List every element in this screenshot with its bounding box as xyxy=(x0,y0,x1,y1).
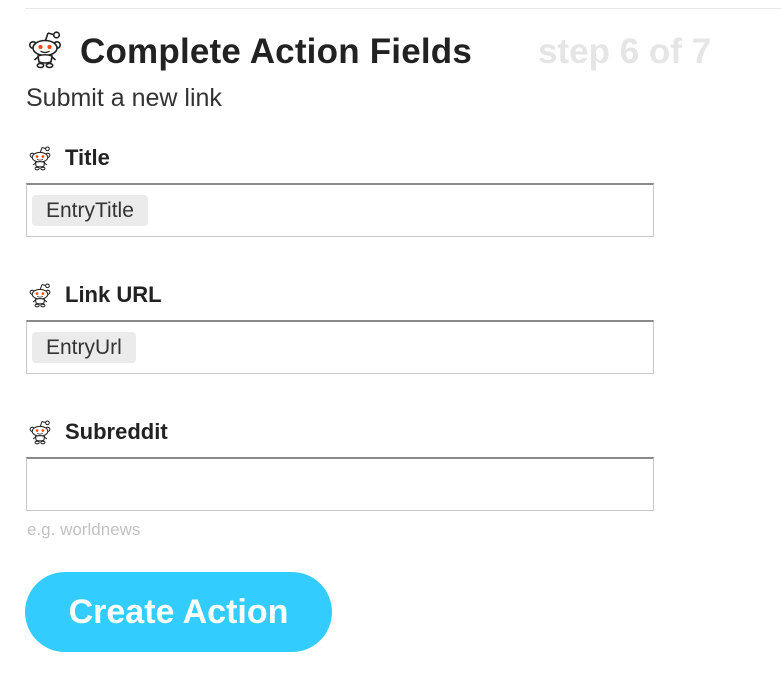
title-field[interactable]: EntryTitle xyxy=(26,183,654,237)
page-header: Complete Action Fields step 6 of 7 xyxy=(26,28,766,78)
subreddit-field[interactable] xyxy=(26,457,654,511)
reddit-alien-icon xyxy=(29,145,51,172)
link-url-field[interactable]: EntryUrl xyxy=(26,320,654,374)
ingredient-token[interactable]: EntryTitle xyxy=(32,195,148,226)
field-label-text: Link URL xyxy=(65,282,162,307)
reddit-alien-icon xyxy=(29,282,51,309)
action-subtitle: Submit a new link xyxy=(26,84,222,112)
page-title: Complete Action Fields xyxy=(80,32,473,71)
subreddit-field-label: Subreddit xyxy=(27,417,427,447)
ingredient-token[interactable]: EntryUrl xyxy=(32,332,136,363)
step-indicator: step 6 of 7 xyxy=(538,32,712,71)
top-divider xyxy=(25,8,781,9)
reddit-alien-icon xyxy=(28,30,62,70)
title-field-label: Title xyxy=(27,143,427,173)
subreddit-helper-text: e.g. worldnews xyxy=(27,520,141,539)
create-action-button[interactable]: Create Action xyxy=(25,572,332,652)
field-label-text: Title xyxy=(65,145,110,170)
reddit-alien-icon xyxy=(29,419,51,446)
field-label-text: Subreddit xyxy=(65,419,168,444)
link-url-field-label: Link URL xyxy=(27,280,427,310)
